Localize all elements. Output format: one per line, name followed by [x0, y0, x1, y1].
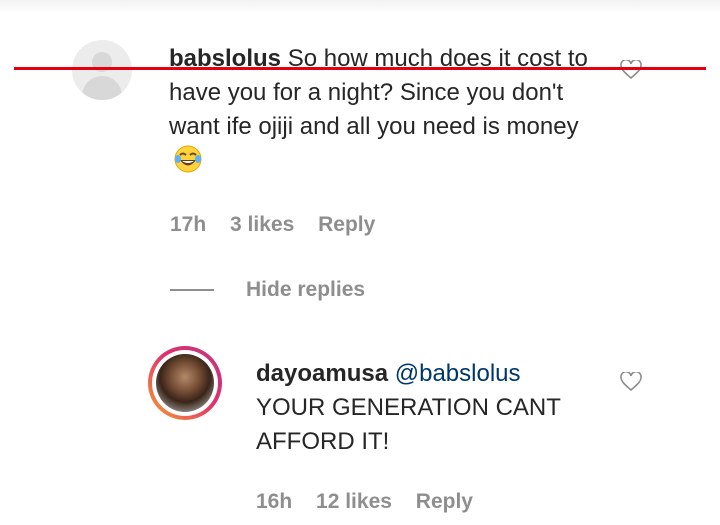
- profile-photo: [156, 354, 214, 412]
- reply-time: 16h: [256, 490, 293, 513]
- reply-text: YOUR GENERATION CANT AFFORD IT!: [256, 394, 561, 455]
- comment-likes[interactable]: 3 likes: [230, 213, 294, 236]
- red-strike-line: [14, 67, 706, 70]
- like-heart-icon[interactable]: [620, 60, 642, 80]
- hide-replies-toggle[interactable]: Hide replies: [170, 278, 365, 302]
- avatar-body-shape: [82, 76, 122, 100]
- comment-meta: 17h 3 likes Reply: [170, 213, 393, 237]
- divider-dash: [170, 289, 214, 292]
- commenter-avatar[interactable]: [72, 40, 132, 100]
- top-edge: [0, 0, 720, 14]
- reply-reply-button[interactable]: Reply: [416, 490, 473, 513]
- reply-body: dayoamusa @babslolus YOUR GENERATION CAN…: [256, 357, 616, 459]
- reply-meta: 16h 12 likes Reply: [256, 490, 491, 514]
- reply-likes[interactable]: 12 likes: [316, 490, 392, 513]
- hide-replies-label: Hide replies: [246, 278, 366, 301]
- reply-username[interactable]: dayoamusa: [256, 360, 388, 387]
- replier-avatar[interactable]: [148, 346, 222, 420]
- comment-reply-button[interactable]: Reply: [318, 213, 375, 236]
- tears-of-joy-emoji: [174, 145, 202, 173]
- comment-time: 17h: [170, 213, 207, 236]
- reply-mention[interactable]: @babslolus: [395, 360, 521, 387]
- reply-like-heart-icon[interactable]: [620, 372, 642, 392]
- comment-body: babslolus So how much does it cost to ha…: [169, 42, 589, 179]
